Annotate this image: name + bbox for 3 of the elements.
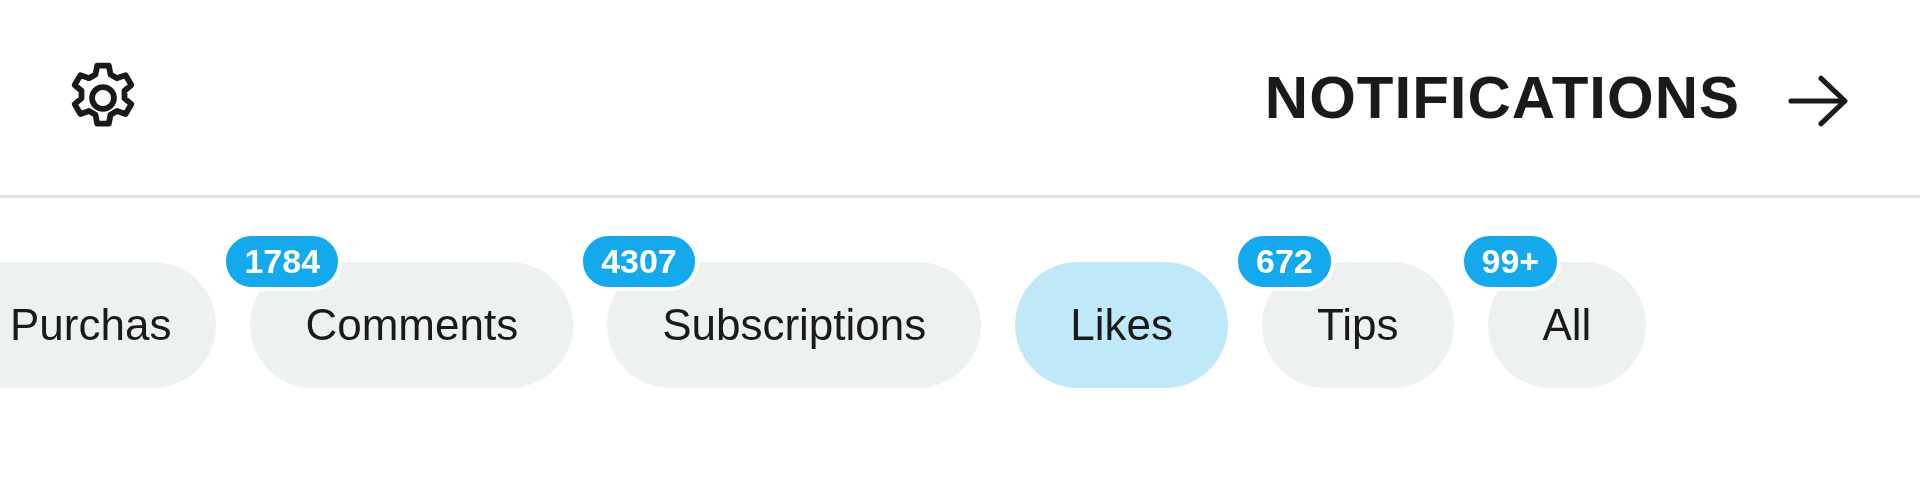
filter-tab[interactable]: Purchas — [0, 262, 217, 388]
page-title: NOTIFICATIONS — [1264, 63, 1740, 132]
filter-tab[interactable]: Likes — [1015, 262, 1228, 388]
